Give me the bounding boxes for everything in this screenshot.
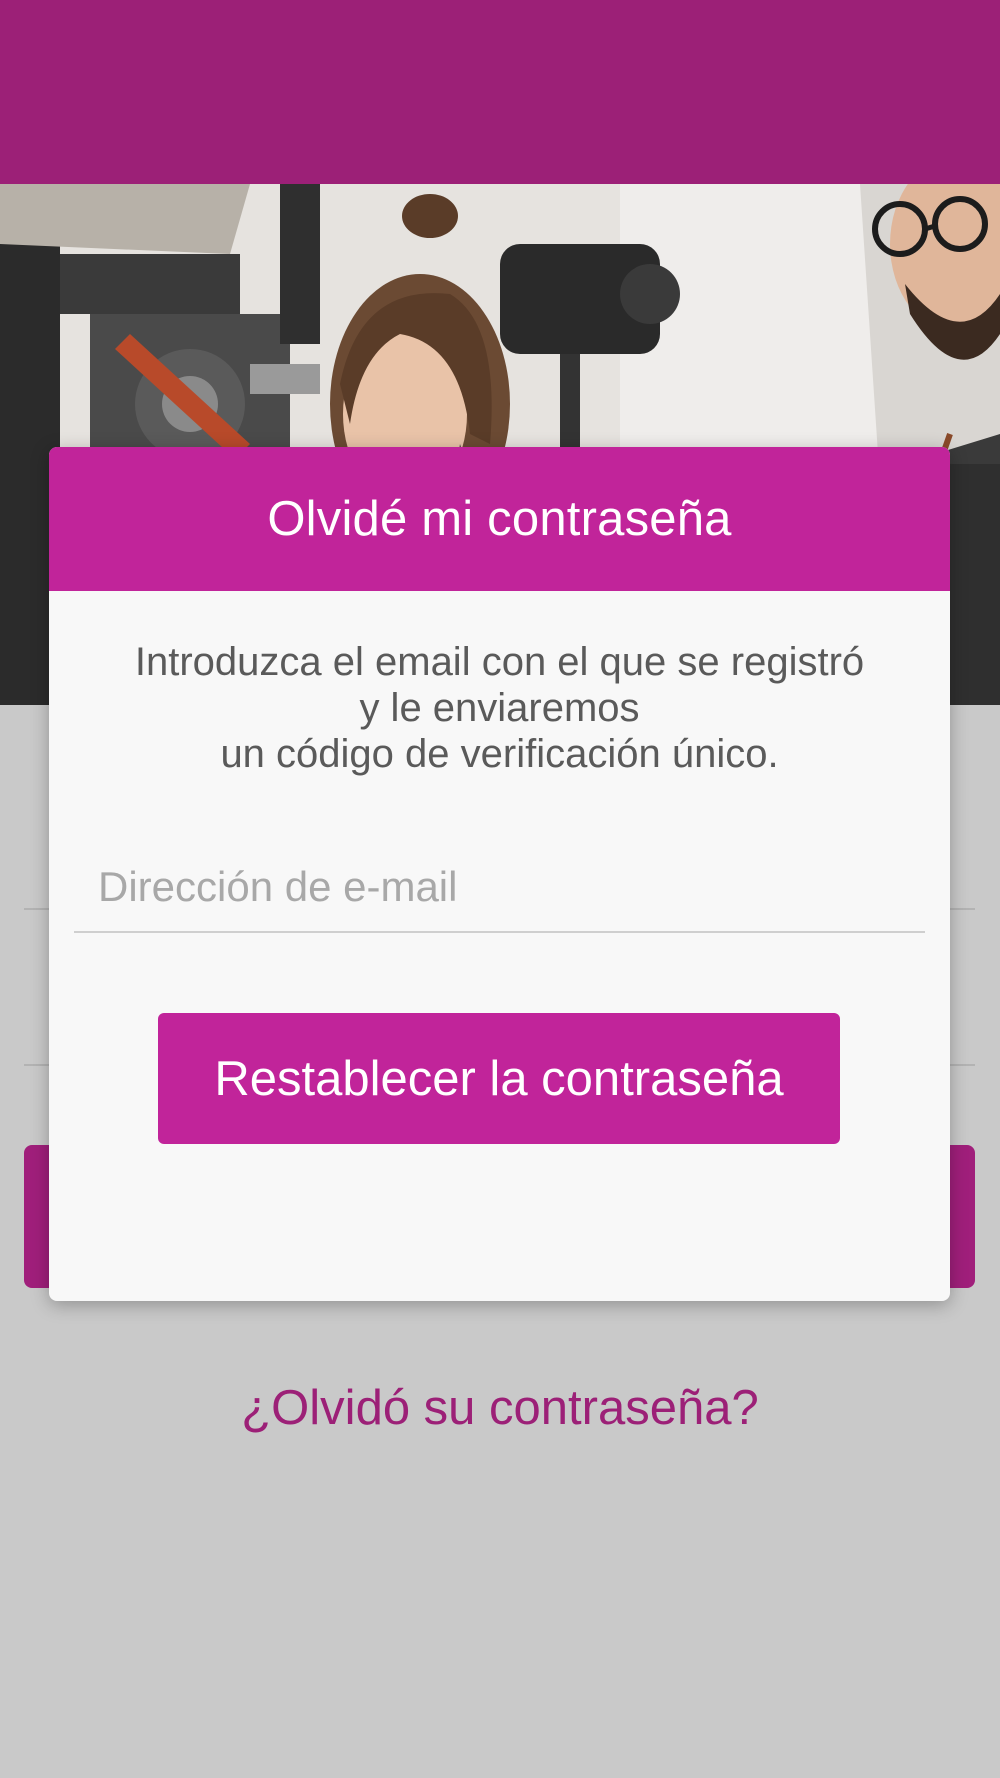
email-field[interactable] (74, 843, 925, 933)
top-app-bar (0, 0, 1000, 184)
description-line: Introduzca el email con el que se regist… (134, 640, 865, 684)
modal-description: Introduzca el email con el que se regist… (89, 639, 910, 777)
description-line: un código de verificación único. (220, 732, 779, 776)
reset-password-button[interactable]: Restablecer la contraseña (158, 1013, 840, 1144)
modal-title: Olvidé mi contraseña (267, 492, 732, 546)
forgot-password-modal: Olvidé mi contraseña Introduzca el email… (49, 447, 950, 1301)
description-line: y le enviaremos (359, 686, 640, 730)
modal-header: Olvidé mi contraseña (49, 447, 950, 591)
forgot-password-link[interactable]: ¿Olvidó su contraseña? (0, 1378, 1000, 1438)
